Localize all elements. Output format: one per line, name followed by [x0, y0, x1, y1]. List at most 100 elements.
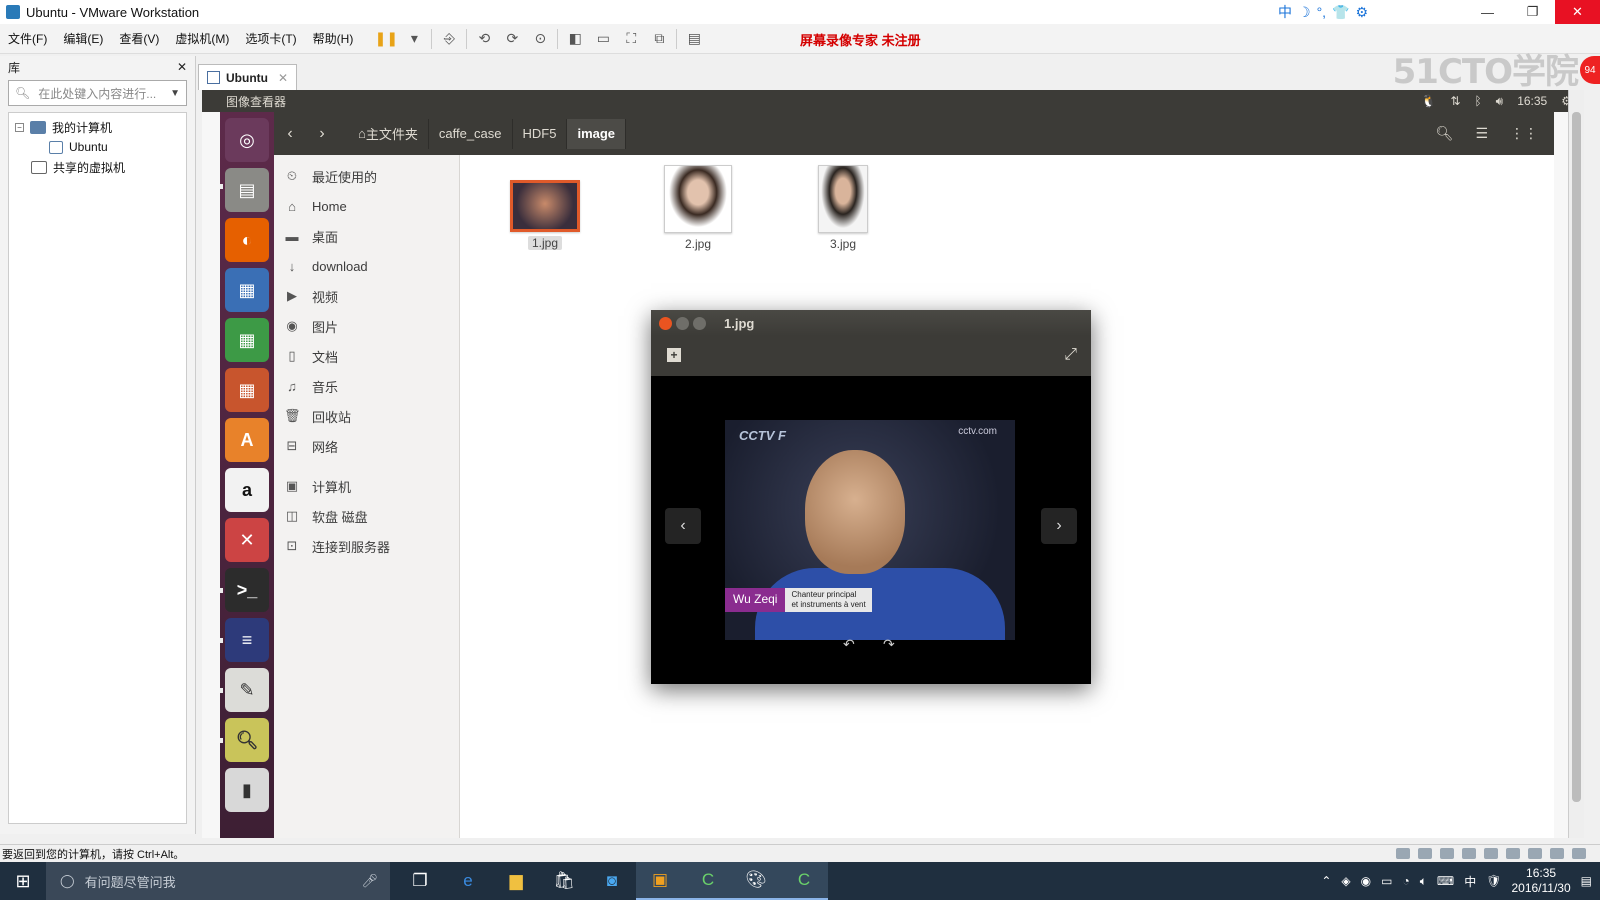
minimize-button[interactable]: —: [1465, 0, 1510, 24]
paint-icon[interactable]: 🎨︎: [732, 862, 780, 900]
image-viewer-window[interactable]: 1.jpg + ⤢ CCTV F cctv.com Wu Zeqi Chante…: [651, 310, 1091, 684]
shield-icon[interactable]: 🛡︎: [1486, 874, 1501, 888]
viewer-title-bar[interactable]: 1.jpg: [651, 310, 1091, 336]
battery-icon[interactable]: ▭: [1381, 874, 1392, 888]
image-viewer-icon[interactable]: 🔍︎: [225, 718, 269, 762]
place-pictures[interactable]: ◉ 图片: [274, 311, 459, 341]
revert-snapshot-icon[interactable]: ⟳: [501, 28, 523, 50]
menu-edit[interactable]: 编辑(E): [55, 30, 111, 47]
menu-help[interactable]: 帮助(H): [305, 30, 362, 47]
minimize-icon[interactable]: [676, 316, 689, 330]
tray-app-icon[interactable]: ◈: [1341, 874, 1350, 888]
place-home[interactable]: ⌂ Home: [274, 191, 459, 221]
recorder-app-icon[interactable]: C: [780, 862, 828, 900]
volume-icon[interactable]: 🔈︎: [1420, 874, 1427, 889]
ime-indicator[interactable]: 中: [1464, 873, 1476, 890]
menu-file[interactable]: 文件(F): [0, 30, 55, 47]
dropdown-icon[interactable]: ▾: [403, 28, 425, 50]
console-view-icon[interactable]: ▤: [683, 28, 705, 50]
sound-icon[interactable]: [1506, 848, 1520, 859]
grid-view-icon[interactable]: ⋮⋮: [1510, 125, 1538, 142]
next-image-button[interactable]: ›: [1041, 508, 1077, 544]
notification-badge[interactable]: 94: [1580, 56, 1600, 84]
clock[interactable]: 16:35: [1517, 94, 1547, 108]
snapshot-manager-icon[interactable]: ⊙: [529, 28, 551, 50]
place-floppy[interactable]: ◫ 软盘 磁盘: [274, 501, 459, 531]
message-icon[interactable]: [1572, 848, 1586, 859]
rotate-right-icon[interactable]: ↷: [883, 636, 895, 653]
file-item[interactable]: 2.jpg: [664, 165, 732, 251]
pidgin-icon[interactable]: 🐧: [1421, 94, 1436, 108]
printer-icon[interactable]: [1528, 848, 1542, 859]
breadcrumb-hdf5[interactable]: HDF5: [513, 118, 568, 149]
thumbnail-bar-icon[interactable]: ▭: [592, 28, 614, 50]
vmware-taskbar-icon[interactable]: ▣: [636, 862, 684, 900]
ime-mode-icon[interactable]: 中: [1278, 2, 1292, 22]
store-icon[interactable]: 🛍︎: [540, 862, 588, 900]
chevron-up-icon[interactable]: ⌃: [1321, 874, 1331, 888]
network-adapter-icon[interactable]: [1462, 848, 1476, 859]
pause-icon[interactable]: ❚❚: [375, 28, 398, 50]
place-computer[interactable]: ▣ 计算机: [274, 471, 459, 501]
tree-node-shared-vms[interactable]: 共享的虚拟机: [15, 157, 180, 177]
library-view-icon[interactable]: ◧: [564, 28, 586, 50]
dash-icon[interactable]: ◎: [225, 118, 269, 162]
save-drive-icon[interactable]: ▮: [225, 768, 269, 812]
display-icon[interactable]: [1550, 848, 1564, 859]
place-videos[interactable]: ▶ 视频: [274, 281, 459, 311]
bluetooth-icon[interactable]: ᛒ: [1474, 94, 1481, 108]
system-settings-icon[interactable]: ✕: [225, 518, 269, 562]
rotate-left-icon[interactable]: ↶: [843, 636, 855, 653]
search-icon[interactable]: 🔍︎: [1436, 125, 1454, 142]
amazon-icon[interactable]: a: [225, 468, 269, 512]
library-close-icon[interactable]: ✕: [177, 60, 187, 74]
edge-icon[interactable]: e: [444, 862, 492, 900]
usb-icon[interactable]: [1484, 848, 1498, 859]
place-recent[interactable]: ⏲ 最近使用的: [274, 161, 459, 191]
action-center-icon[interactable]: ▤: [1581, 874, 1592, 888]
file-item[interactable]: 1.jpg: [510, 180, 580, 250]
fullscreen-icon[interactable]: ⛶: [620, 28, 642, 50]
writer-icon[interactable]: ▦: [225, 268, 269, 312]
maximize-icon[interactable]: [693, 316, 706, 330]
volume-icon[interactable]: 🔊︎: [1496, 94, 1504, 109]
close-button[interactable]: ✕: [1555, 0, 1600, 24]
back-icon[interactable]: ‹: [274, 125, 306, 143]
menu-view[interactable]: 查看(V): [111, 30, 167, 47]
restore-button[interactable]: ❐: [1510, 0, 1555, 24]
forward-icon[interactable]: ›: [306, 125, 338, 143]
fullscreen-icon[interactable]: ⤢: [1064, 346, 1077, 364]
place-network[interactable]: ⊟ 网络: [274, 431, 459, 461]
tree-node-my-computer[interactable]: − 我的计算机: [15, 117, 180, 137]
moon-icon[interactable]: ☽: [1298, 4, 1311, 21]
terminal-icon[interactable]: >_: [225, 568, 269, 612]
snapshot-icon[interactable]: ⟲: [473, 28, 495, 50]
tab-ubuntu[interactable]: Ubuntu ✕: [198, 64, 298, 90]
menu-vm[interactable]: 虚拟机(M): [167, 30, 237, 47]
ime-toolbar[interactable]: 中 ☽ °, 👕 ⚙: [1278, 2, 1368, 22]
place-documents[interactable]: ▯ 文档: [274, 341, 459, 371]
text-editor-icon[interactable]: ✎: [225, 668, 269, 712]
cd-icon[interactable]: [1418, 848, 1432, 859]
keyboard-icon[interactable]: ⌨: [1437, 874, 1454, 888]
task-view-icon[interactable]: ❐: [396, 862, 444, 900]
collapse-icon[interactable]: −: [15, 122, 24, 132]
firefox-icon[interactable]: ◐: [225, 218, 269, 262]
impress-icon[interactable]: ▦: [225, 368, 269, 412]
microphone-icon[interactable]: 🎤︎: [361, 873, 378, 889]
floppy-icon[interactable]: [1440, 848, 1454, 859]
place-trash[interactable]: 🗑 回收站: [274, 401, 459, 431]
punctuation-icon[interactable]: °,: [1317, 4, 1327, 20]
hdd-icon[interactable]: [1396, 848, 1410, 859]
previous-image-button[interactable]: ‹: [665, 508, 701, 544]
place-desktop[interactable]: ▬ 桌面: [274, 221, 459, 251]
scrollbar-thumb[interactable]: [1572, 112, 1581, 802]
unity-icon[interactable]: ⧉: [648, 28, 670, 50]
place-music[interactable]: ♫ 音乐: [274, 371, 459, 401]
cortana-search-box[interactable]: ◯ 有问题尽管问我 🎤︎: [46, 862, 390, 900]
file-item[interactable]: 3.jpg: [818, 165, 868, 251]
chevron-down-icon[interactable]: ▼: [170, 88, 180, 99]
place-download[interactable]: ↓ download: [274, 251, 459, 281]
calc-icon[interactable]: ▦: [225, 318, 269, 362]
camtasia-icon[interactable]: C: [684, 862, 732, 900]
